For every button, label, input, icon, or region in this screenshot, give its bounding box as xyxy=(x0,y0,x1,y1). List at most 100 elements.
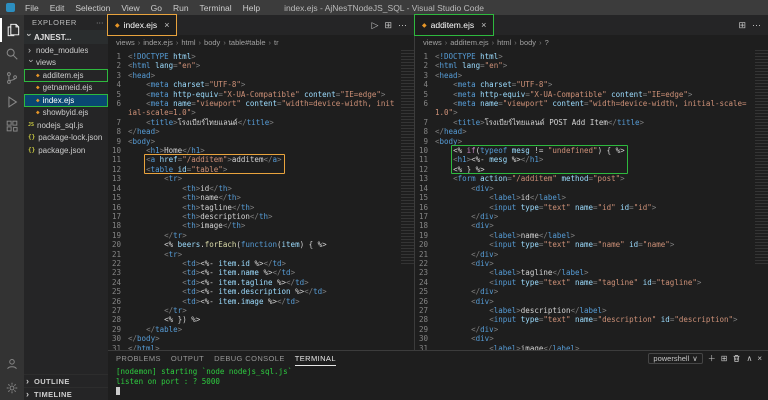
code-line-2[interactable]: 2<html lang="en"> xyxy=(415,61,768,70)
code-line-27[interactable]: 27 </tr> xyxy=(108,306,414,315)
code-line-8[interactable]: 8</head> xyxy=(415,127,768,136)
code-line-7[interactable]: 7 <title>โรงเบียร์ไทยแลนด์ POST Add Item… xyxy=(415,118,768,127)
panel-tab-problems[interactable]: PROBLEMS xyxy=(116,351,161,366)
breadcrumb-item[interactable]: body xyxy=(204,38,220,47)
settings-gear-icon[interactable] xyxy=(0,376,24,400)
code-line-22[interactable]: 22 <div> xyxy=(415,259,768,268)
split-editor-icon[interactable]: ⊞ xyxy=(738,20,746,31)
tree-item-nodejs_sql-js[interactable]: JSnodejs_sql.js xyxy=(24,119,108,132)
menu-view[interactable]: View xyxy=(116,3,144,13)
code-line-6[interactable]: 6 <meta name="viewport" content="width=d… xyxy=(415,99,768,118)
section-outline[interactable]: ›OUTLINE xyxy=(24,374,108,387)
code-line-8[interactable]: 8</head> xyxy=(108,127,414,136)
panel-tab-output[interactable]: OUTPUT xyxy=(171,351,204,366)
kill-terminal-trash-icon[interactable] xyxy=(732,354,741,363)
code-line-1[interactable]: 1<!DOCTYPE html> xyxy=(415,52,768,61)
minimap[interactable] xyxy=(401,50,414,266)
code-line-9[interactable]: 9<body> xyxy=(108,137,414,146)
code-line-10[interactable]: 10 <h1>Home</h1> xyxy=(108,146,414,155)
code-line-4[interactable]: 4 <meta charset="UTF-8"> xyxy=(108,80,414,89)
code-line-20[interactable]: 20 <% beers.forEach(function(item) { %> xyxy=(108,240,414,249)
code-line-14[interactable]: 14 <th>id</th> xyxy=(108,184,414,193)
code-line-30[interactable]: 30</body> xyxy=(108,334,414,343)
code-line-21[interactable]: 21 <tr> xyxy=(108,250,414,259)
code-line-18[interactable]: 18 <th>image</th> xyxy=(108,221,414,230)
breadcrumb-item[interactable]: html xyxy=(181,38,195,47)
code-line-29[interactable]: 29 </table> xyxy=(108,325,414,334)
close-tab-icon[interactable]: × xyxy=(164,20,169,30)
explorer-icon[interactable] xyxy=(0,18,24,42)
code-line-24[interactable]: 24 <td><%- item.tagline %></td> xyxy=(108,278,414,287)
breadcrumb-item[interactable]: views xyxy=(423,38,442,47)
code-line-10[interactable]: 10 <% if(typeof mesg != "undefined") { %… xyxy=(415,146,768,155)
code-line-31[interactable]: 31</html> xyxy=(108,344,414,350)
code-line-24[interactable]: 24 <input type="text" name="tagline" id=… xyxy=(415,278,768,287)
tab-additem-ejs[interactable]: ◆ additem.ejs × xyxy=(415,15,493,35)
split-editor-icon[interactable]: ⊞ xyxy=(384,20,392,31)
code-line-19[interactable]: 19 </tr> xyxy=(108,231,414,240)
panel-tab-terminal[interactable]: TERMINAL xyxy=(295,351,336,366)
code-line-23[interactable]: 23 <td><%- item.name %></td> xyxy=(108,268,414,277)
code-line-31[interactable]: 31 <label>image</label> xyxy=(415,344,768,350)
code-line-6[interactable]: 6 <meta name="viewport" content="width=d… xyxy=(108,99,414,118)
tree-item-node_modules[interactable]: ›node_modules xyxy=(24,44,108,57)
tab-index-ejs[interactable]: ◆ index.ejs × xyxy=(108,15,176,35)
code-line-27[interactable]: 27 <label>description</label> xyxy=(415,306,768,315)
breadcrumb-item[interactable]: ? xyxy=(545,38,549,47)
code-line-5[interactable]: 5 <meta http-equiv="X-UA-Compatible" con… xyxy=(108,90,414,99)
source-control-icon[interactable] xyxy=(0,66,24,90)
code-line-30[interactable]: 30 <div> xyxy=(415,334,768,343)
menu-go[interactable]: Go xyxy=(146,3,167,13)
tree-item-additem-ejs[interactable]: ◆additem.ejs xyxy=(24,69,108,82)
code-line-11[interactable]: 11 <a href="/additem">additem</a> xyxy=(108,155,414,164)
code-line-7[interactable]: 7 <title>โรงเบียร์ไทยแลนด์</title> xyxy=(108,118,414,127)
breadcrumb-item[interactable]: body xyxy=(520,38,536,47)
open-preview-icon[interactable]: ▷ xyxy=(372,20,379,31)
breadcrumb-item[interactable]: views xyxy=(116,38,135,47)
code-line-5[interactable]: 5 <meta http-equiv="X-UA-Compatible" con… xyxy=(415,90,768,99)
code-line-17[interactable]: 17 <th>description</th> xyxy=(108,212,414,221)
menu-help[interactable]: Help xyxy=(238,3,265,13)
code-line-15[interactable]: 15 <th>name</th> xyxy=(108,193,414,202)
more-actions-icon[interactable]: ⋯ xyxy=(398,20,407,31)
code-line-18[interactable]: 18 <div> xyxy=(415,221,768,230)
maximize-panel-icon[interactable]: ∧ xyxy=(746,354,752,364)
breadcrumb-item[interactable]: tr xyxy=(274,38,279,47)
code-line-28[interactable]: 28 <% }) %> xyxy=(108,315,414,324)
menu-file[interactable]: File xyxy=(20,3,44,13)
tree-item-views[interactable]: ›views xyxy=(24,57,108,70)
breadcrumb-item[interactable]: additem.ejs xyxy=(450,38,488,47)
code-line-3[interactable]: 3<head> xyxy=(108,71,414,80)
extensions-icon[interactable] xyxy=(0,114,24,138)
code-line-11[interactable]: 11 <h1><%- mesg %></h1> xyxy=(415,155,768,164)
code-line-22[interactable]: 22 <td><%- item.id %></td> xyxy=(108,259,414,268)
code-line-25[interactable]: 25 <td><%- item.description %></td> xyxy=(108,287,414,296)
tree-item-showbyid-ejs[interactable]: ◆showbyid.ejs xyxy=(24,107,108,120)
code-line-29[interactable]: 29 </div> xyxy=(415,325,768,334)
code-line-12[interactable]: 12 <% } %> xyxy=(415,165,768,174)
code-line-21[interactable]: 21 </div> xyxy=(415,250,768,259)
breadcrumb-item[interactable]: table#table xyxy=(229,38,266,47)
code-line-16[interactable]: 16 <th>tagline</th> xyxy=(108,203,414,212)
section-timeline[interactable]: ›TIMELINE xyxy=(24,387,108,400)
menu-run[interactable]: Run xyxy=(168,3,194,13)
terminal-output[interactable]: [nodemon] starting `node nodejs_sql.js`l… xyxy=(108,366,768,400)
code-line-2[interactable]: 2<html lang="en"> xyxy=(108,61,414,70)
code-line-13[interactable]: 13 <tr> xyxy=(108,174,414,183)
code-line-9[interactable]: 9<body> xyxy=(415,137,768,146)
breadcrumb-item[interactable]: html xyxy=(497,38,511,47)
tree-item-package-lock-json[interactable]: {}package-lock.json xyxy=(24,132,108,145)
new-terminal-icon[interactable]: ＋ xyxy=(708,354,716,364)
tree-item-package-json[interactable]: {}package.json xyxy=(24,144,108,157)
close-tab-icon[interactable]: × xyxy=(481,20,486,30)
code-line-13[interactable]: 13 <form action="/additem" method="post"… xyxy=(415,174,768,183)
code-line-14[interactable]: 14 <div> xyxy=(415,184,768,193)
code-line-26[interactable]: 26 <div> xyxy=(415,297,768,306)
code-line-12[interactable]: 12 <table id="table"> xyxy=(108,165,414,174)
menu-terminal[interactable]: Terminal xyxy=(195,3,237,13)
code-line-16[interactable]: 16 <input type="text" name="id" id="id"> xyxy=(415,203,768,212)
breadcrumb-item[interactable]: index.ejs xyxy=(143,38,173,47)
shell-selector[interactable]: powershell ∨ xyxy=(648,353,702,364)
code-line-28[interactable]: 28 <input type="text" name="description"… xyxy=(415,315,768,324)
menu-edit[interactable]: Edit xyxy=(45,3,70,13)
